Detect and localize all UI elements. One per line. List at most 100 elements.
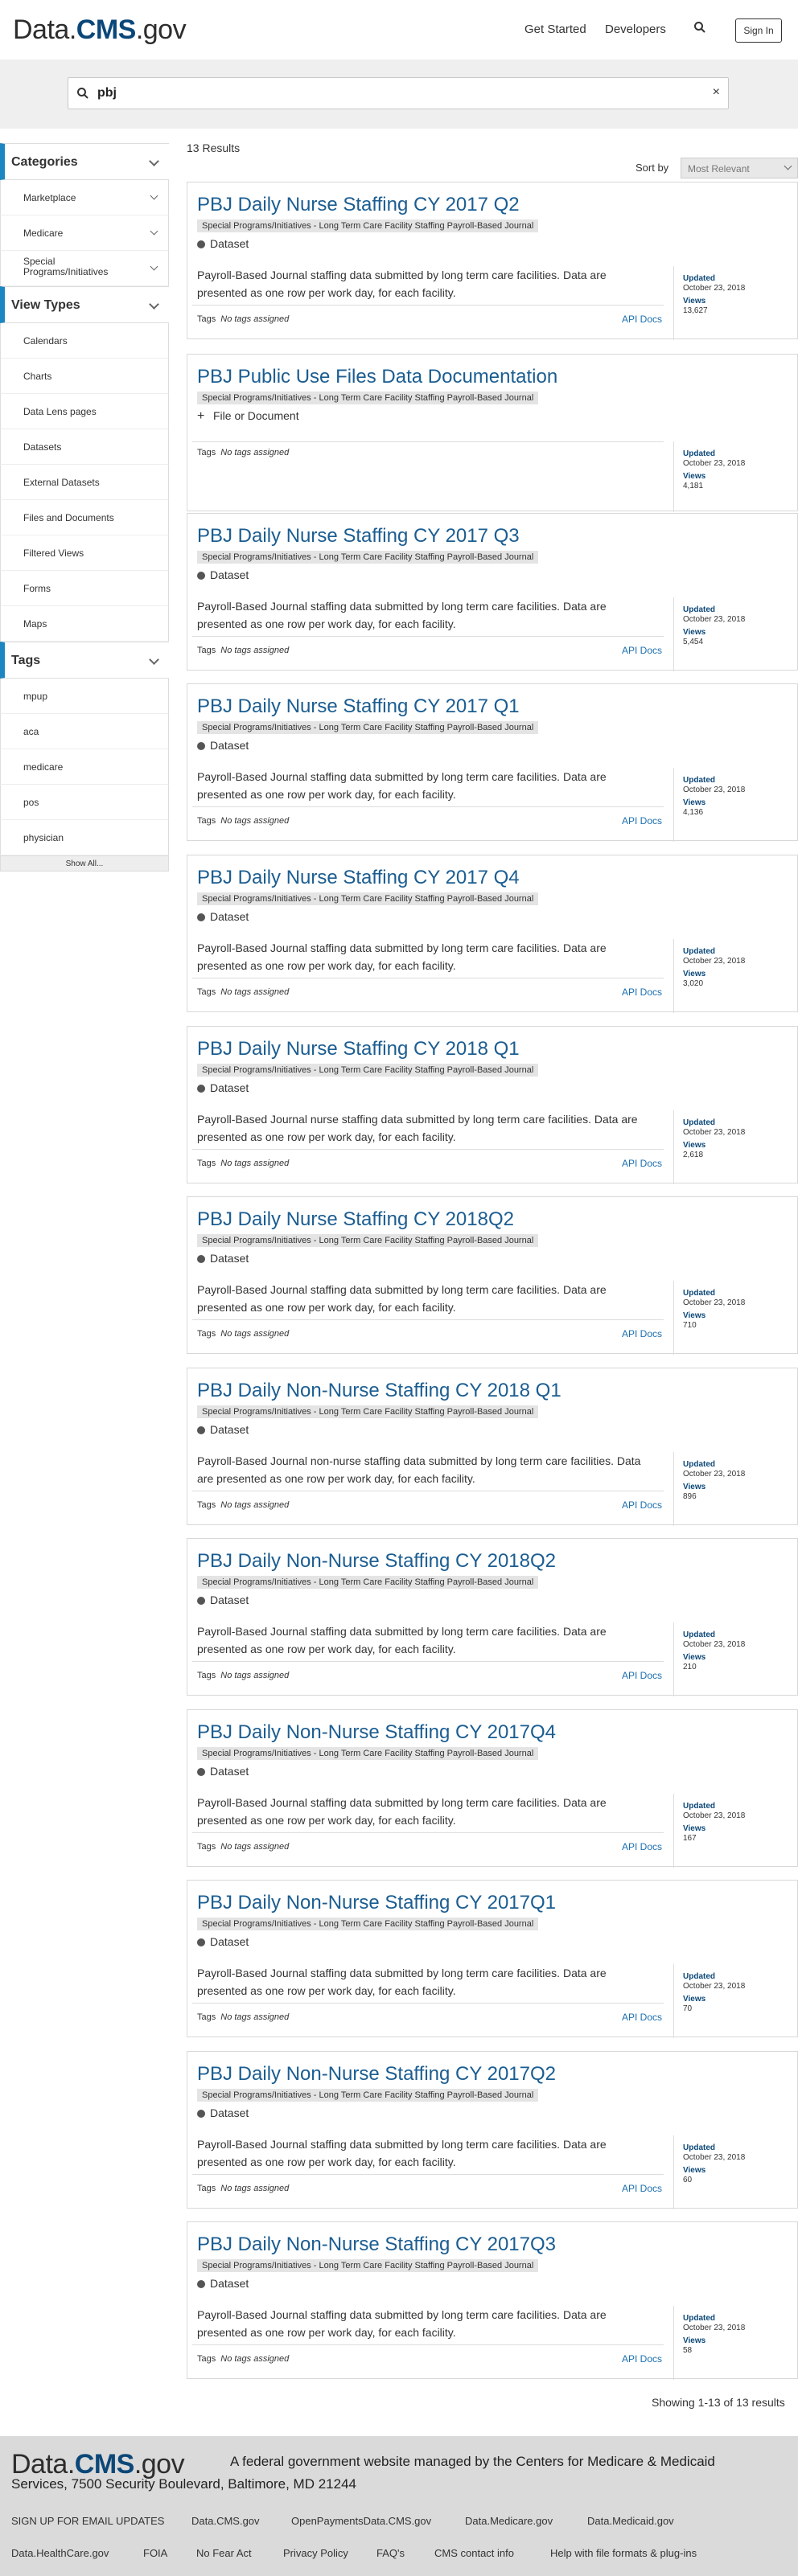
facet-item-tag-pos[interactable]: pos — [0, 785, 169, 820]
footer-link-data-medicare[interactable]: Data.Medicare.gov — [465, 2515, 553, 2527]
facet-item-charts[interactable]: Charts — [0, 359, 169, 394]
sort-select[interactable]: Most Relevant — [681, 158, 798, 178]
result-card: PBJ Public Use Files Data Documentation S… — [187, 354, 798, 512]
result-category-badge[interactable]: Special Programs/Initiatives - Long Term… — [197, 1576, 539, 1589]
result-category-badge[interactable]: Special Programs/Initiatives - Long Term… — [197, 392, 539, 404]
result-type: Dataset — [197, 2106, 249, 2119]
facet-item-marketplace[interactable]: Marketplace — [0, 180, 169, 215]
dataset-icon — [197, 1255, 205, 1263]
result-title-link[interactable]: PBJ Daily Non-Nurse Staffing CY 2018 Q1 — [197, 1380, 561, 1402]
footer-link-openpayments[interactable]: OpenPaymentsData.CMS.gov — [291, 2515, 431, 2527]
site-logo[interactable]: Data.CMS.gov — [13, 14, 187, 46]
result-title-link[interactable]: PBJ Public Use Files Data Documentation — [197, 366, 557, 388]
result-title-link[interactable]: PBJ Daily Non-Nurse Staffing CY 2018Q2 — [197, 1550, 556, 1573]
facet-categories-header[interactable]: Categories — [0, 143, 169, 180]
result-title-link[interactable]: PBJ Daily Nurse Staffing CY 2018Q2 — [197, 1208, 514, 1231]
result-title-link[interactable]: PBJ Daily Non-Nurse Staffing CY 2017Q3 — [197, 2233, 556, 2256]
tags-label: Tags — [197, 1159, 216, 1168]
result-category-badge[interactable]: Special Programs/Initiatives - Long Term… — [197, 1747, 539, 1760]
result-title-link[interactable]: PBJ Daily Nurse Staffing CY 2018 Q1 — [197, 1038, 520, 1060]
result-type-label: Dataset — [210, 237, 249, 250]
result-title-link[interactable]: PBJ Daily Non-Nurse Staffing CY 2017Q2 — [197, 2063, 556, 2086]
footer-link-data-medicaid[interactable]: Data.Medicaid.gov — [587, 2515, 674, 2527]
api-docs-link[interactable]: API Docs — [622, 2353, 662, 2365]
api-docs-link[interactable]: API Docs — [622, 2183, 662, 2194]
nav-get-started[interactable]: Get Started — [524, 23, 586, 36]
search-input[interactable]: pbj × — [68, 77, 729, 109]
footer-link-no-fear-act[interactable]: No Fear Act — [196, 2547, 252, 2559]
footer-link-privacy[interactable]: Privacy Policy — [283, 2547, 348, 2559]
facet-item-maps[interactable]: Maps — [0, 606, 169, 642]
api-docs-link[interactable]: API Docs — [622, 1841, 662, 1852]
api-docs-link[interactable]: API Docs — [622, 1670, 662, 1681]
facet-view-types-header[interactable]: View Types — [0, 286, 169, 323]
result-title-link[interactable]: PBJ Daily Nurse Staffing CY 2017 Q4 — [197, 867, 520, 889]
footer-link-foia[interactable]: FOIA — [143, 2547, 167, 2559]
result-category-badge[interactable]: Special Programs/Initiatives - Long Term… — [197, 1234, 539, 1247]
facet-item-files-and-documents[interactable]: Files and Documents — [0, 500, 169, 535]
api-docs-link[interactable]: API Docs — [622, 987, 662, 998]
api-docs-link[interactable]: API Docs — [622, 314, 662, 325]
result-category-badge[interactable]: Special Programs/Initiatives - Long Term… — [197, 1064, 539, 1077]
divider — [192, 1832, 664, 1833]
result-title-link[interactable]: PBJ Daily Non-Nurse Staffing CY 2017Q1 — [197, 1892, 556, 1914]
nav-developers[interactable]: Developers — [605, 23, 666, 36]
result-title-link[interactable]: PBJ Daily Nurse Staffing CY 2017 Q3 — [197, 525, 520, 548]
facet-item-label: Charts — [23, 371, 52, 382]
updated-date: October 23, 2018 — [683, 1982, 746, 1991]
api-docs-link[interactable]: API Docs — [622, 1158, 662, 1169]
api-docs-link[interactable]: API Docs — [622, 1328, 662, 1339]
facet-item-forms[interactable]: Forms — [0, 571, 169, 606]
facet-item-special-programs[interactable]: Special Programs/Initiatives — [0, 251, 169, 286]
result-category-badge[interactable]: Special Programs/Initiatives - Long Term… — [197, 551, 539, 564]
search-icon[interactable] — [693, 21, 706, 34]
result-category-badge[interactable]: Special Programs/Initiatives - Long Term… — [197, 2259, 539, 2272]
divider — [192, 1319, 664, 1320]
result-title-link[interactable]: PBJ Daily Nurse Staffing CY 2017 Q1 — [197, 695, 520, 718]
result-title-link[interactable]: PBJ Daily Non-Nurse Staffing CY 2017Q4 — [197, 1721, 556, 1744]
result-title-link[interactable]: PBJ Daily Nurse Staffing CY 2017 Q2 — [197, 194, 520, 216]
footer-tagline: A federal government website managed by … — [230, 2454, 715, 2469]
facet-item-tag-mpup[interactable]: mpup — [0, 679, 169, 714]
divider — [673, 1110, 674, 1184]
footer-link-data-healthcare[interactable]: Data.HealthCare.gov — [11, 2547, 109, 2559]
facet-item-external-datasets[interactable]: External Datasets — [0, 465, 169, 500]
facet-title: View Types — [11, 298, 80, 312]
result-category-badge[interactable]: Special Programs/Initiatives - Long Term… — [197, 1918, 539, 1930]
updated-date: October 23, 2018 — [683, 1298, 746, 1307]
result-category-badge[interactable]: Special Programs/Initiatives - Long Term… — [197, 1405, 539, 1418]
no-tags-text: No tags assigned — [220, 1500, 290, 1510]
views-count: 4,181 — [683, 482, 704, 490]
result-category-badge[interactable]: Special Programs/Initiatives - Long Term… — [197, 721, 539, 734]
views-label: Views — [683, 2336, 706, 2345]
magnifier-icon — [77, 88, 88, 99]
show-all-tags-link[interactable]: Show All... — [0, 855, 169, 872]
footer-link-file-help[interactable]: Help with file formats & plug-ins — [550, 2547, 697, 2559]
api-docs-link[interactable]: API Docs — [622, 815, 662, 827]
footer-link-faq[interactable]: FAQ's — [376, 2547, 405, 2559]
facet-item-calendars[interactable]: Calendars — [0, 323, 169, 359]
footer-link-email-updates[interactable]: SIGN UP FOR EMAIL UPDATES — [11, 2515, 164, 2527]
sign-in-button[interactable]: Sign In — [735, 18, 782, 43]
result-category-badge[interactable]: Special Programs/Initiatives - Long Term… — [197, 2089, 539, 2102]
api-docs-link[interactable]: API Docs — [622, 2012, 662, 2023]
facet-item-tag-physician[interactable]: physician — [0, 820, 169, 855]
facet-item-data-lens-pages[interactable]: Data Lens pages — [0, 394, 169, 429]
result-tags: Tags No tags assigned — [197, 2354, 289, 2364]
result-category-badge[interactable]: Special Programs/Initiatives - Long Term… — [197, 892, 539, 905]
facet-item-datasets[interactable]: Datasets — [0, 429, 169, 465]
footer-link-contact[interactable]: CMS contact info — [434, 2547, 514, 2559]
result-category-badge[interactable]: Special Programs/Initiatives - Long Term… — [197, 219, 539, 232]
facet-item-medicare[interactable]: Medicare — [0, 215, 169, 251]
api-docs-link[interactable]: API Docs — [622, 1499, 662, 1511]
facet-item-filtered-views[interactable]: Filtered Views — [0, 535, 169, 571]
facet-item-tag-aca[interactable]: aca — [0, 714, 169, 749]
result-meta: Updated October 23, 2018 Views 5,454 — [683, 605, 745, 647]
clear-search-icon[interactable]: × — [713, 85, 720, 100]
sort-selected-value: Most Relevant — [688, 163, 750, 174]
result-meta: Updated October 23, 2018 Views 167 — [683, 1802, 745, 1844]
footer-link-data-cms[interactable]: Data.CMS.gov — [191, 2515, 260, 2527]
facet-tags-header[interactable]: Tags — [0, 642, 169, 679]
api-docs-link[interactable]: API Docs — [622, 645, 662, 656]
facet-item-tag-medicare[interactable]: medicare — [0, 749, 169, 785]
